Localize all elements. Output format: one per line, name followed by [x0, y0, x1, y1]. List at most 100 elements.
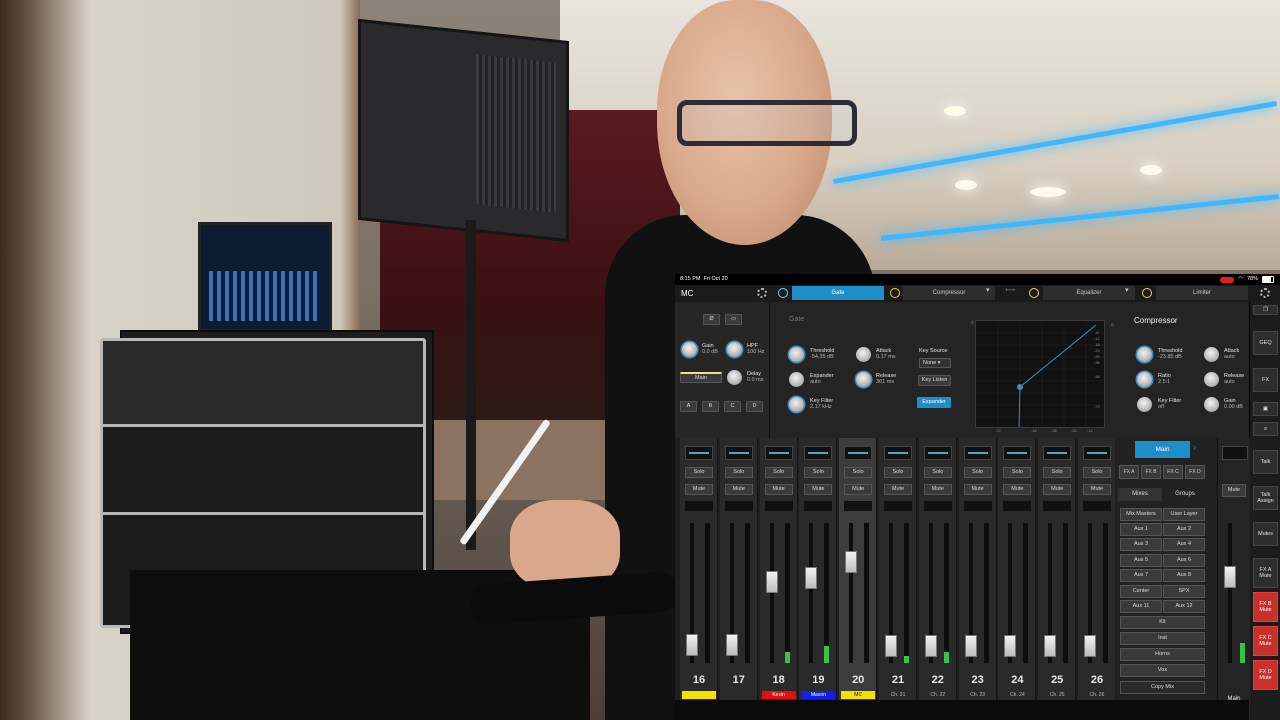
- bottom-scroll-bar[interactable]: [675, 700, 1249, 720]
- expander-knob[interactable]: [789, 372, 804, 387]
- equalizer-power-icon[interactable]: [1029, 288, 1039, 298]
- eq-thumbnail[interactable]: [963, 446, 992, 460]
- comp-key-filter-knob[interactable]: [1137, 397, 1152, 412]
- hpf-knob[interactable]: [727, 342, 742, 357]
- tab-gate[interactable]: Gate: [792, 286, 884, 300]
- chevron-down-icon[interactable]: ▾: [986, 286, 990, 294]
- aux-1-button[interactable]: Aux 1: [1120, 523, 1162, 536]
- fx-c-mute-button[interactable]: FX C Mute: [1253, 626, 1278, 656]
- channel-strip-21[interactable]: Solo Mute 21 Ch. 21: [879, 438, 917, 720]
- tab-compressor[interactable]: Compressor: [903, 286, 995, 300]
- aux-7-button[interactable]: Aux 7: [1120, 569, 1162, 582]
- delay-knob[interactable]: [727, 370, 742, 385]
- list-icon[interactable]: ≡: [1253, 422, 1278, 436]
- tab-limiter[interactable]: Limiter: [1156, 286, 1248, 300]
- mute-button[interactable]: Mute: [884, 484, 912, 495]
- fader-cap[interactable]: [924, 635, 937, 657]
- mute-button[interactable]: Mute: [1043, 484, 1072, 495]
- eq-thumbnail[interactable]: [1083, 446, 1111, 460]
- tab-mixes[interactable]: Mixes: [1118, 488, 1162, 501]
- main-mute-button[interactable]: Mute: [1222, 484, 1246, 497]
- user-layer-button[interactable]: User Layer: [1163, 508, 1205, 521]
- compressor-power-icon[interactable]: [890, 288, 900, 298]
- channel-strip-20[interactable]: Solo Mute 20 MC: [839, 438, 878, 720]
- group-inst-button[interactable]: Inst: [1120, 632, 1205, 645]
- fx-a-mute-button[interactable]: FX A Mute: [1253, 558, 1278, 588]
- solo-button[interactable]: Solo: [1003, 467, 1032, 478]
- fx-b-button[interactable]: FX B: [1141, 465, 1161, 479]
- fx-d-button[interactable]: FX D: [1185, 465, 1205, 479]
- talk-assign-button[interactable]: Talk Assign: [1253, 486, 1278, 510]
- limiter-power-icon[interactable]: [1142, 288, 1152, 298]
- key-source-select[interactable]: None ▾: [919, 358, 951, 368]
- comp-ratio-knob[interactable]: [1137, 372, 1152, 387]
- mute-button[interactable]: Mute: [923, 484, 952, 495]
- fx-d-mute-button[interactable]: FX D Mute: [1253, 660, 1278, 690]
- mutes-button[interactable]: Mutes: [1253, 522, 1278, 546]
- tab-equalizer[interactable]: Equalizer: [1043, 286, 1135, 300]
- channel-strip-22[interactable]: Solo Mute 22 Ch. 22: [918, 438, 957, 720]
- channel-strip-25[interactable]: Solo Mute 25 Ch. 25: [1038, 438, 1077, 720]
- solo-button[interactable]: Solo: [923, 467, 952, 478]
- comp-release-knob[interactable]: [1204, 372, 1219, 387]
- mute-button[interactable]: Mute: [804, 484, 833, 495]
- gate-attack-knob[interactable]: [856, 347, 871, 362]
- assign-c-button[interactable]: C: [724, 401, 741, 412]
- comp-threshold-knob[interactable]: [1137, 347, 1152, 362]
- solo-button[interactable]: Solo: [963, 467, 992, 478]
- expander-button[interactable]: Expander: [917, 397, 951, 408]
- channel-strip-24[interactable]: Solo Mute 24 Ch. 24: [998, 438, 1037, 720]
- fader-cap[interactable]: [845, 551, 858, 573]
- solo-button[interactable]: Solo: [804, 467, 833, 478]
- eq-thumbnail[interactable]: [884, 446, 912, 460]
- eq-thumbnail[interactable]: [1003, 446, 1032, 460]
- mix-masters-button[interactable]: Mix Masters: [1120, 508, 1162, 521]
- main-assign-button[interactable]: Main: [680, 372, 722, 383]
- channel-strip-18[interactable]: Solo Mute 18 Kevin: [759, 438, 798, 720]
- aux-3-button[interactable]: Aux 3: [1120, 538, 1162, 551]
- fader-cap[interactable]: [1044, 635, 1057, 657]
- channel-strip-19[interactable]: Solo Mute 19 Mason: [799, 438, 838, 720]
- fx-c-button[interactable]: FX C: [1163, 465, 1183, 479]
- gate-release-knob[interactable]: [856, 372, 871, 387]
- eq-thumbnail[interactable]: [764, 446, 793, 460]
- layers-icon[interactable]: ❐: [1253, 305, 1278, 315]
- group-vox-button[interactable]: Vox: [1120, 664, 1205, 677]
- scene-icon[interactable]: ▣: [1253, 402, 1278, 416]
- fader-cap[interactable]: [964, 635, 977, 657]
- fader-cap[interactable]: [725, 634, 738, 656]
- aux-2-button[interactable]: Aux 2: [1163, 523, 1205, 536]
- spx-button[interactable]: SPX: [1163, 585, 1205, 598]
- fx-b-mute-button[interactable]: FX B Mute: [1253, 592, 1278, 622]
- fader-cap[interactable]: [765, 571, 778, 593]
- assign-b-button[interactable]: B: [702, 401, 719, 412]
- eq-thumbnail[interactable]: [844, 446, 873, 460]
- aux-5-button[interactable]: Aux 5: [1120, 554, 1162, 567]
- talk-button[interactable]: Talk: [1253, 450, 1278, 474]
- gate-key-filter-knob[interactable]: [789, 397, 804, 412]
- chevron-down-icon[interactable]: ▾: [1125, 286, 1129, 294]
- gain-knob[interactable]: [682, 342, 697, 357]
- main-fader[interactable]: [1224, 566, 1236, 588]
- fx-button[interactable]: FX: [1253, 368, 1278, 392]
- geq-button[interactable]: GEQ: [1253, 331, 1278, 355]
- solo-button[interactable]: Solo: [724, 467, 753, 478]
- fader-cap[interactable]: [1084, 635, 1096, 657]
- channel-strip-23[interactable]: Solo Mute 23 Ch. 23: [958, 438, 997, 720]
- channel-settings-gear-icon[interactable]: [757, 288, 767, 298]
- mute-button[interactable]: Mute: [844, 484, 873, 495]
- aux-4-button[interactable]: Aux 4: [1163, 538, 1205, 551]
- gate-power-icon[interactable]: [778, 288, 788, 298]
- mute-button[interactable]: Mute: [1083, 484, 1111, 495]
- solo-button[interactable]: Solo: [685, 467, 713, 478]
- tab-groups[interactable]: Groups: [1163, 488, 1207, 501]
- group-horns-button[interactable]: Horns: [1120, 648, 1205, 661]
- link-button[interactable]: ▭: [725, 314, 742, 325]
- fader-cap[interactable]: [885, 635, 897, 657]
- mute-button[interactable]: Mute: [685, 484, 713, 495]
- fx-a-button[interactable]: FX A: [1119, 465, 1139, 479]
- aux-8-button[interactable]: Aux 8: [1163, 569, 1205, 582]
- chevron-right-icon[interactable]: ›: [1193, 442, 1196, 453]
- assign-a-button[interactable]: A: [680, 401, 697, 412]
- aux-6-button[interactable]: Aux 6: [1163, 554, 1205, 567]
